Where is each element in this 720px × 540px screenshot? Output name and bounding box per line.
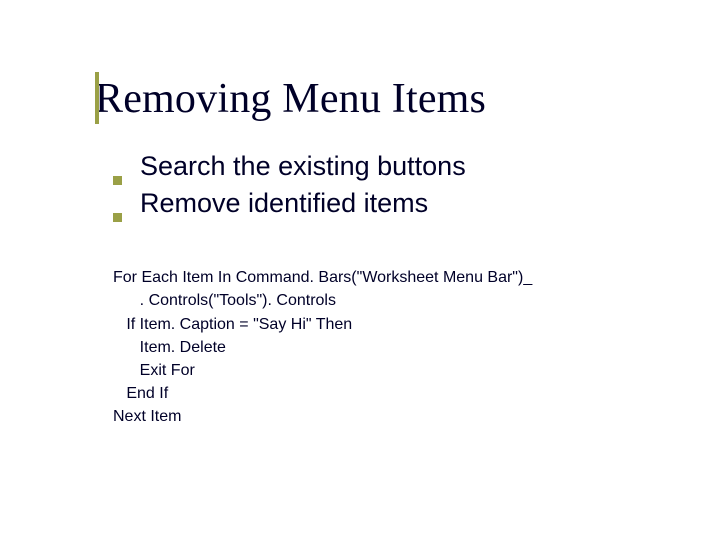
code-line: For Each Item In Command. Bars("Workshee… [113, 269, 532, 286]
bullet-list: Search the existing buttons Remove ident… [113, 151, 680, 219]
bullet-text: Search the existing buttons [140, 151, 466, 182]
list-item: Search the existing buttons [113, 151, 680, 182]
code-block: For Each Item In Command. Bars("Workshee… [113, 243, 680, 452]
list-item: Remove identified items [113, 188, 680, 219]
slide: Removing Menu Items Search the existing … [0, 0, 720, 540]
code-line: Exit For [113, 362, 195, 379]
square-bullet-icon [113, 176, 122, 185]
code-line: End If [113, 385, 168, 402]
title-accent-bar [95, 72, 99, 124]
code-line: If Item. Caption = "Say Hi" Then [113, 316, 352, 333]
square-bullet-icon [113, 213, 122, 222]
slide-title: Removing Menu Items [95, 75, 680, 123]
code-line: Next Item [113, 408, 181, 425]
code-line: . Controls("Tools"). Controls [113, 292, 336, 309]
bullet-text: Remove identified items [140, 188, 428, 219]
code-line: Item. Delete [113, 339, 226, 356]
